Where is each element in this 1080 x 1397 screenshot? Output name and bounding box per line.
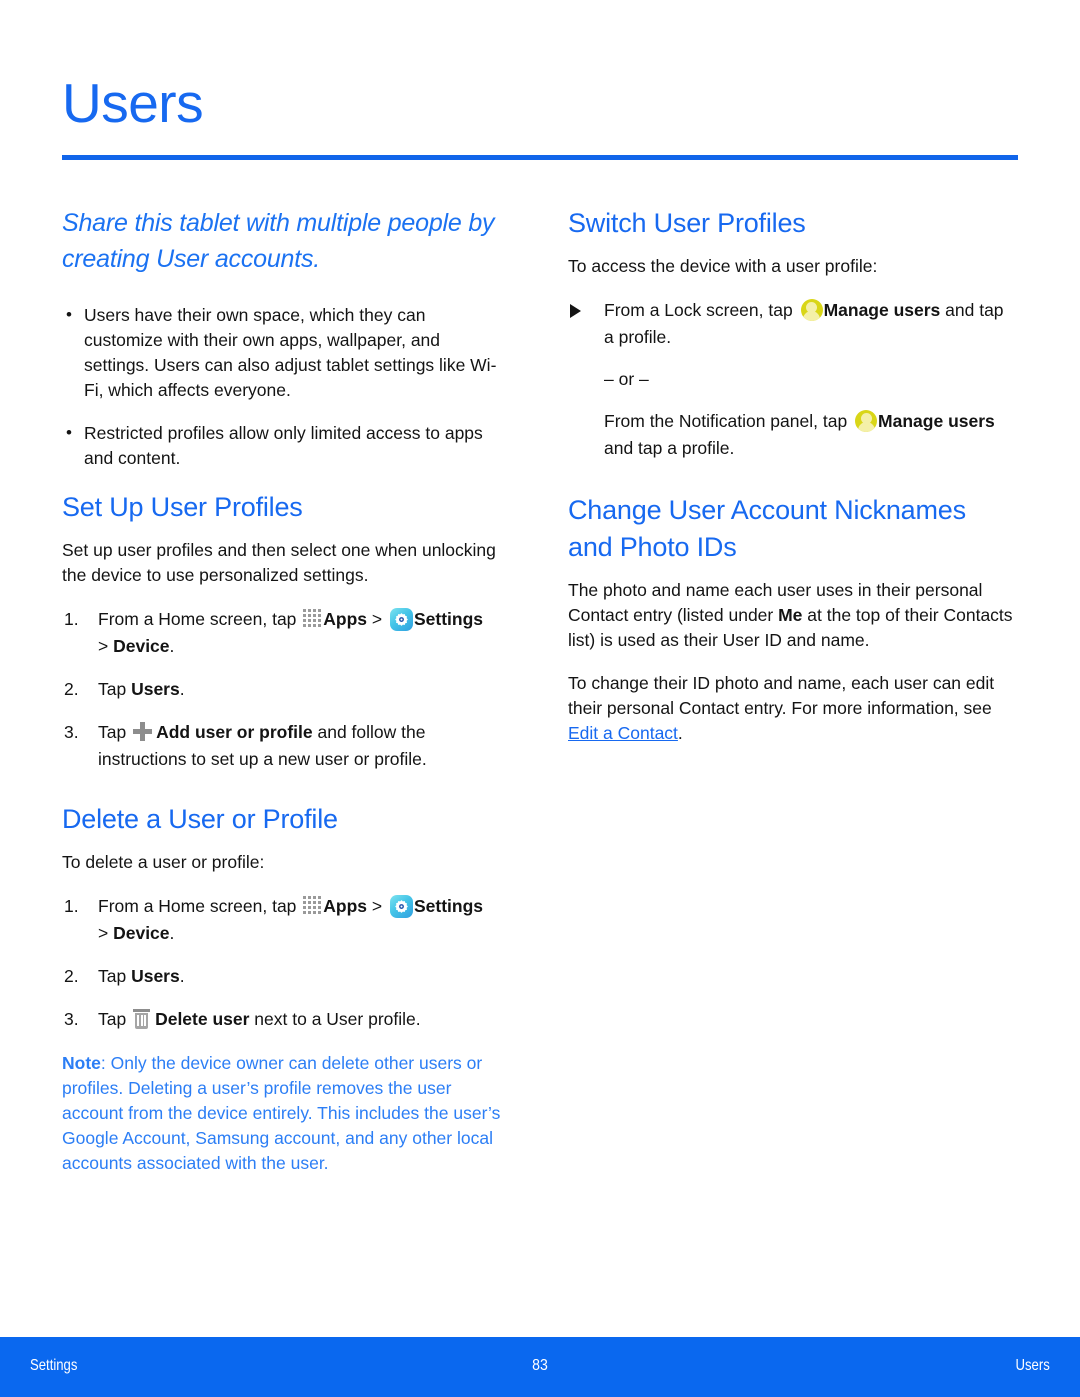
step-tail: .: [169, 636, 175, 656]
step-item: From a Home screen, tap Apps > Settings >…: [62, 893, 508, 947]
apps-grid-icon: [303, 609, 322, 628]
step-text: From a Lock screen, tap: [604, 300, 798, 320]
step-text: From a Home screen, tap: [98, 609, 302, 629]
note-block: Note: Only the device owner can delete o…: [62, 1051, 508, 1176]
section-heading-delete-a-user-or-profile: Delete a User or Profile: [62, 804, 338, 834]
page-footer: Settings 83 Users: [0, 1337, 1080, 1397]
paragraph-text: .: [677, 723, 683, 743]
left-column: Share this tablet with multiple people b…: [62, 205, 508, 1176]
step-bold-settings: Settings: [413, 609, 484, 629]
manual-page: Users Share this tablet with multiple pe…: [0, 0, 1080, 1397]
step-item: Tap Users.: [62, 676, 508, 703]
page-title: Users: [62, 72, 204, 134]
delete-steps: From a Home screen, tap Apps > Settings >…: [62, 893, 508, 1033]
section-heading-switch-user-profiles: Switch User Profiles: [568, 208, 806, 238]
step-text: Tap: [98, 722, 132, 742]
step-gt: >: [98, 636, 114, 656]
step-bold-add-user: Add user or profile: [156, 722, 313, 742]
intro-bullet-list: Users have their own space, which they c…: [62, 302, 508, 471]
change-paragraph-1: The photo and name each user uses in the…: [568, 578, 1014, 653]
step-bold-manage-users: Manage users: [878, 411, 995, 431]
triangle-bullet-icon: [570, 304, 581, 318]
edit-a-contact-link[interactable]: Edit a Contact: [568, 723, 678, 743]
step-item: Tap Users.: [62, 963, 508, 990]
section-heading-set-up-user-profiles: Set Up User Profiles: [62, 492, 303, 522]
step-bold-settings: Settings: [413, 896, 484, 916]
switch-intro: To access the device with a user profile…: [568, 256, 878, 276]
step-item: From a Home screen, tap Apps > Settings >…: [62, 606, 508, 660]
step-separator: >: [367, 609, 387, 629]
settings-gear-icon: [389, 895, 413, 918]
step-text: Tap: [98, 1009, 132, 1029]
step-tail: and tap a profile.: [604, 438, 735, 458]
step-bold-delete-user: Delete user: [155, 1009, 250, 1029]
step-text: Tap: [98, 966, 132, 986]
delete-intro: To delete a user or profile:: [62, 852, 265, 872]
or-separator: – or –: [604, 369, 649, 389]
manage-users-icon: [855, 410, 878, 432]
step-text: From the Notification panel, tap: [604, 411, 853, 431]
step-tail: .: [179, 679, 185, 699]
set-up-intro: Set up user profiles and then select one…: [62, 540, 496, 585]
list-item: Users have their own space, which they c…: [62, 302, 508, 403]
footer-right-label: Users: [1015, 1357, 1050, 1374]
step-bold-manage-users: Manage users: [823, 300, 941, 320]
change-paragraph-2: To change their ID photo and name, each …: [568, 671, 1014, 746]
step-tail: .: [169, 923, 175, 943]
footer-page-number: 83: [532, 1357, 548, 1374]
step-bold-device: Device: [113, 923, 170, 943]
trash-icon: [133, 1009, 151, 1029]
step-gt: >: [98, 923, 114, 943]
plus-icon: [133, 722, 153, 741]
step-bold-users: Users: [131, 679, 180, 699]
step-bold-users: Users: [131, 966, 180, 986]
step-text: From a Home screen, tap: [98, 896, 302, 916]
intro-lede: Share this tablet with multiple people b…: [62, 209, 495, 273]
arrow-step-item: From a Lock screen, tap Manage users and…: [568, 297, 1014, 351]
note-text: : Only the device owner can delete other…: [62, 1053, 501, 1173]
apps-grid-icon: [303, 896, 322, 915]
step-text: Tap: [98, 679, 132, 699]
step-item: Tap Add user or profile and follow the i…: [62, 719, 508, 773]
alt-step-item: From the Notification panel, tap Manage …: [604, 408, 1014, 462]
title-rule: [62, 155, 1018, 160]
bold-me: Me: [778, 605, 803, 625]
section-heading-change-user-account-nicknames: Change User Account Nicknames and Photo …: [568, 495, 966, 562]
step-tail: next to a User profile.: [249, 1009, 421, 1029]
step-bold-apps: Apps: [323, 896, 368, 916]
step-bold-device: Device: [113, 636, 170, 656]
step-bold-apps: Apps: [323, 609, 368, 629]
set-up-steps: From a Home screen, tap Apps > Settings >…: [62, 606, 508, 773]
note-label: Note: [62, 1053, 101, 1073]
step-tail: .: [179, 966, 185, 986]
settings-gear-icon: [389, 608, 413, 631]
step-separator: >: [367, 896, 387, 916]
manage-users-icon: [800, 299, 823, 321]
list-item: Restricted profiles allow only limited a…: [62, 420, 508, 471]
step-item: Tap Delete user next to a User profile.: [62, 1006, 508, 1033]
right-column: Switch User Profiles To access the devic…: [568, 205, 1014, 764]
paragraph-text: To change their ID photo and name, each …: [568, 673, 995, 718]
